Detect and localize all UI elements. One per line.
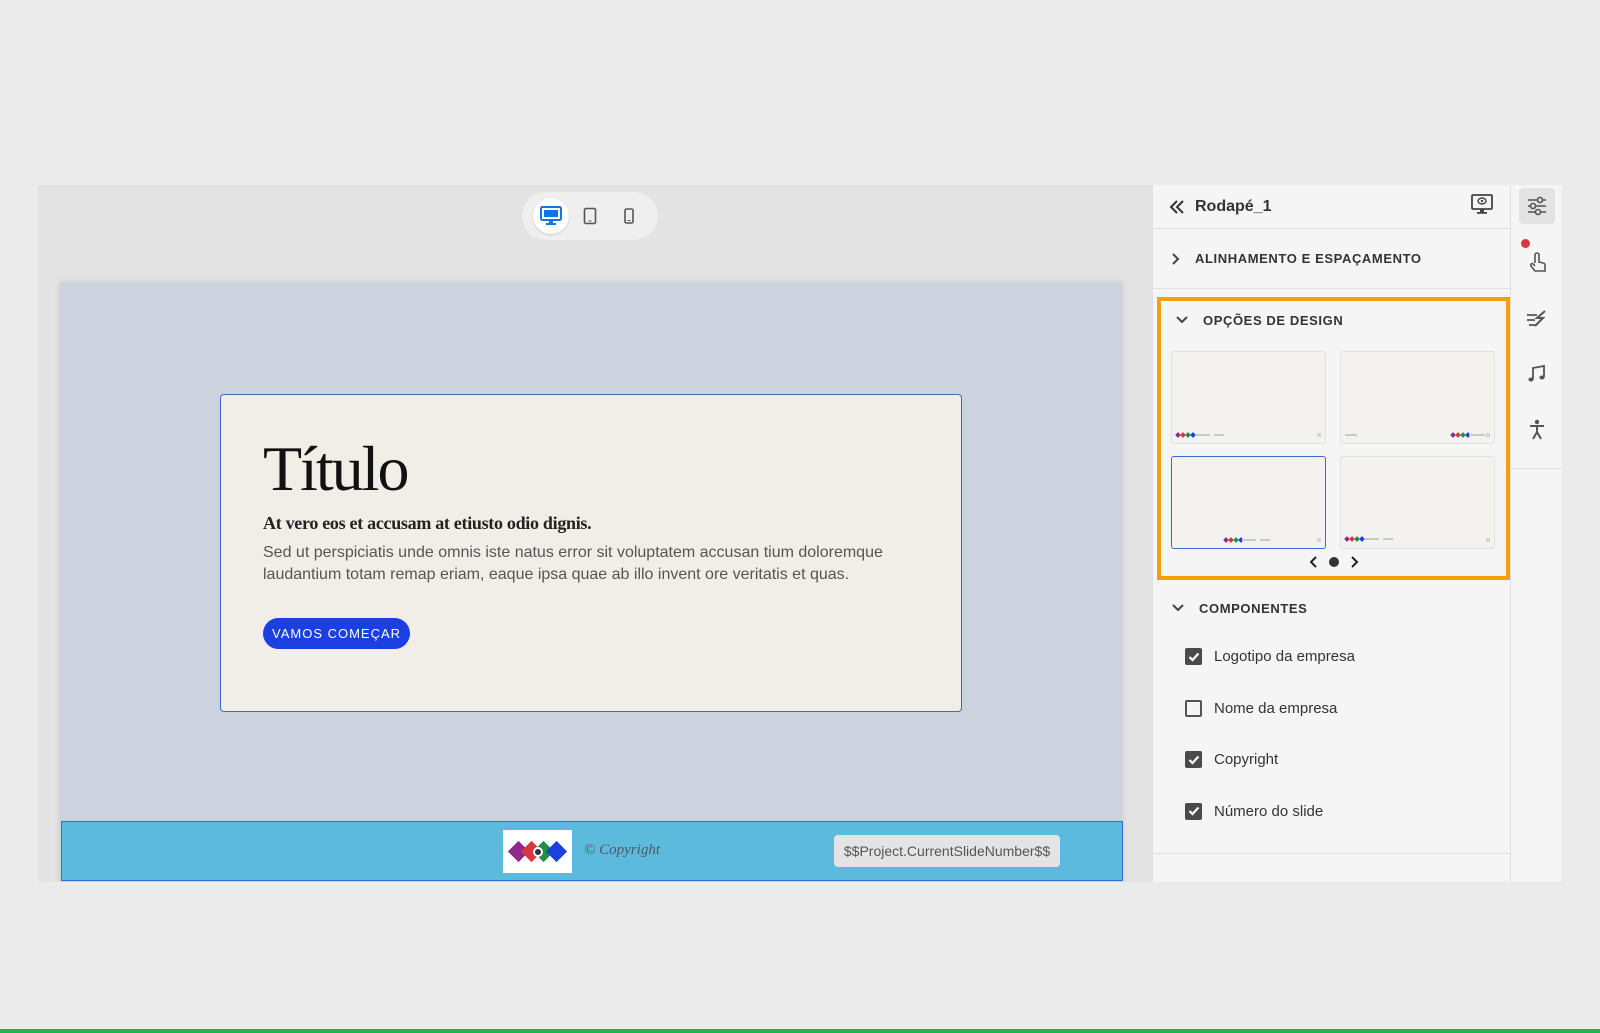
footer-slide-number[interactable]: $$Project.CurrentSlideNumber$$ xyxy=(834,835,1060,867)
properties-tab[interactable] xyxy=(1519,188,1555,224)
footer-copyright[interactable]: © Copyright xyxy=(584,842,660,859)
animation-icon xyxy=(1527,310,1546,327)
divider xyxy=(1153,853,1511,854)
canvas-area: Título At vero eos et accusam at etiusto… xyxy=(38,185,1152,882)
app-window: Título At vero eos et accusam at etiusto… xyxy=(38,185,1562,882)
desktop-view-button[interactable] xyxy=(533,198,570,234)
start-button[interactable]: VAMOS COMEÇAR xyxy=(263,618,411,649)
chevron-right-icon xyxy=(1172,252,1180,265)
design-options-section: OPÇÕES DE DESIGN xyxy=(1157,297,1510,580)
design-pager xyxy=(1161,555,1506,569)
checkmark-icon xyxy=(1188,652,1199,662)
mini-logo xyxy=(1450,432,1471,438)
mini-text-line xyxy=(1469,434,1485,436)
slide-title[interactable]: Título xyxy=(263,435,919,503)
preview-icon xyxy=(1471,194,1493,214)
slide-body-text[interactable]: Sed ut perspiciatis unde omnis iste natu… xyxy=(263,542,903,586)
panel-title: Rodapé_1 xyxy=(1195,197,1272,215)
mobile-icon xyxy=(623,208,634,224)
interaction-tab[interactable] xyxy=(1519,244,1555,280)
properties-panel: Rodapé_1 ALINHAMENTO E ESPAÇAMENTO OPÇÕE… xyxy=(1152,185,1511,882)
component-checkbox[interactable] xyxy=(1185,648,1202,666)
audio-icon xyxy=(1528,364,1545,382)
mini-slide-number xyxy=(1317,433,1321,437)
design-options-header[interactable]: OPÇÕES DE DESIGN xyxy=(1161,301,1506,339)
device-preview-toggle xyxy=(522,192,658,240)
right-rail xyxy=(1510,185,1562,882)
mobile-view-button[interactable] xyxy=(611,198,647,234)
mini-text-line xyxy=(1383,538,1393,540)
preview-button[interactable] xyxy=(1470,193,1494,220)
divider xyxy=(1511,468,1562,469)
components-section: COMPONENTES Logotipo da empresa Nome da e… xyxy=(1153,585,1511,837)
mini-text-line xyxy=(1196,434,1210,436)
mini-text-line xyxy=(1242,539,1256,541)
mini-text-line xyxy=(1365,538,1379,540)
slide-canvas[interactable]: Título At vero eos et accusam at etiusto… xyxy=(60,282,1122,882)
chevron-right-icon[interactable] xyxy=(1349,555,1359,569)
desktop-icon xyxy=(540,206,563,225)
chevron-down-icon xyxy=(1176,316,1188,324)
component-label: Logotipo da empresa xyxy=(1214,648,1355,666)
logo-diamonds-icon xyxy=(507,840,567,862)
pager-dot[interactable] xyxy=(1328,557,1339,567)
chevron-left-icon[interactable] xyxy=(1309,555,1319,569)
company-logo[interactable] xyxy=(503,830,572,873)
component-checkbox[interactable] xyxy=(1185,699,1202,717)
checkmark-icon xyxy=(1188,755,1199,765)
component-checkbox[interactable] xyxy=(1185,802,1202,820)
tablet-view-button[interactable] xyxy=(572,198,608,234)
bottom-border xyxy=(0,1029,1600,1033)
accessibility-icon xyxy=(1530,419,1544,440)
interaction-icon xyxy=(1529,252,1546,272)
component-checklist: Logotipo da empresa Nome da empresa Copyri… xyxy=(1153,631,1511,837)
mini-logo xyxy=(1223,537,1244,543)
accessibility-tab[interactable] xyxy=(1519,412,1555,448)
collapse-double-chevron-icon[interactable] xyxy=(1169,199,1185,214)
content-card[interactable]: Título At vero eos et accusam at etiusto… xyxy=(220,394,962,712)
chevron-down-icon xyxy=(1172,604,1184,612)
alignment-section-header[interactable]: ALINHAMENTO E ESPAÇAMENTO xyxy=(1153,229,1510,289)
component-option[interactable]: Número do slide xyxy=(1153,786,1511,838)
component-label: Nome da empresa xyxy=(1214,699,1338,717)
mini-logo xyxy=(1344,536,1365,542)
audio-tab[interactable] xyxy=(1519,356,1555,392)
design-thumbnails xyxy=(1171,351,1495,549)
component-option[interactable]: Logotipo da empresa xyxy=(1153,631,1511,683)
animation-tab[interactable] xyxy=(1519,300,1555,336)
slide-subtitle[interactable]: At vero eos et accusam at etiusto odio d… xyxy=(263,513,919,534)
slide-footer[interactable]: © Copyright $$Project.CurrentSlideNumber… xyxy=(61,821,1123,881)
mini-text-line xyxy=(1214,434,1224,436)
mini-slide-number xyxy=(1486,433,1490,437)
components-section-header[interactable]: COMPONENTES xyxy=(1153,585,1511,631)
design-option-2[interactable] xyxy=(1340,351,1495,444)
component-checkbox[interactable] xyxy=(1185,751,1202,769)
mini-logo xyxy=(1175,432,1196,438)
alignment-section-label: ALINHAMENTO E ESPAÇAMENTO xyxy=(1195,251,1422,266)
design-option-1[interactable] xyxy=(1171,351,1326,444)
component-option[interactable]: Nome da empresa xyxy=(1153,683,1511,735)
properties-icon xyxy=(1528,196,1546,216)
mini-text-line xyxy=(1260,539,1270,541)
tablet-icon xyxy=(583,207,597,225)
components-section-label: COMPONENTES xyxy=(1199,600,1308,616)
design-option-4[interactable] xyxy=(1340,456,1495,549)
mini-slide-number xyxy=(1317,538,1321,542)
component-label: Copyright xyxy=(1214,751,1279,769)
component-label: Número do slide xyxy=(1214,802,1324,820)
mini-text-line xyxy=(1345,434,1357,436)
checkmark-icon xyxy=(1188,807,1199,816)
design-options-label: OPÇÕES DE DESIGN xyxy=(1203,312,1344,328)
mini-slide-number xyxy=(1486,538,1490,542)
component-option[interactable]: Copyright xyxy=(1153,734,1511,786)
panel-header: Rodapé_1 xyxy=(1153,185,1510,229)
design-option-3[interactable] xyxy=(1171,456,1326,549)
